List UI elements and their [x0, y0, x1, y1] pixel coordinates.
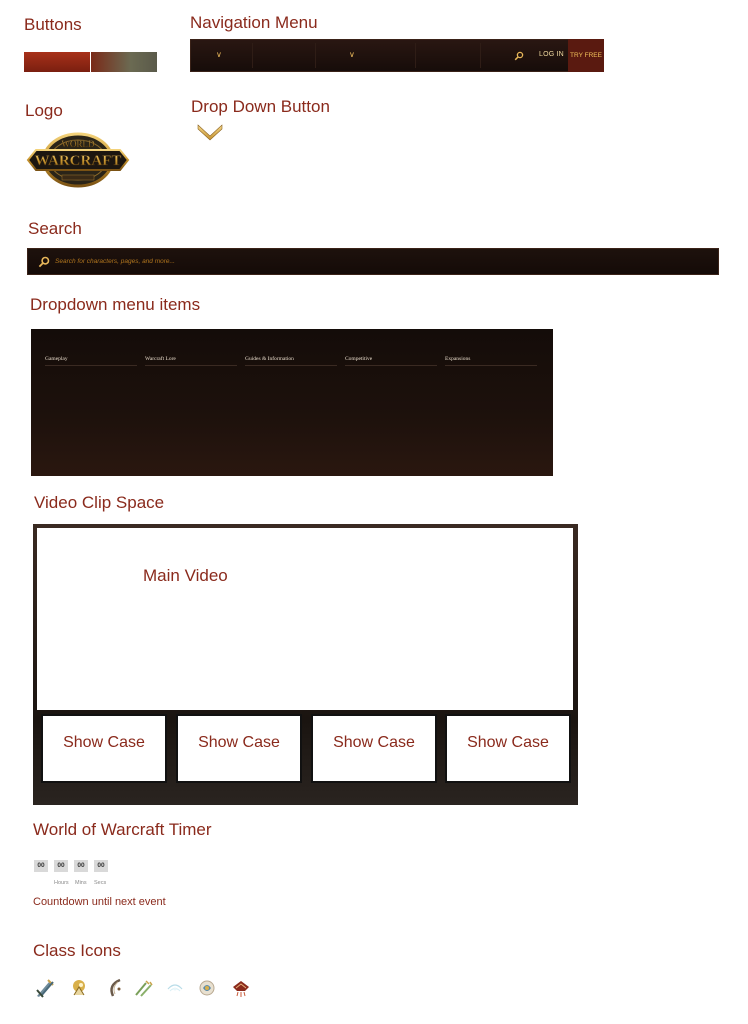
- nav-divider: [315, 43, 316, 68]
- heading-dropdown-menu-items: Dropdown menu items: [30, 295, 201, 314]
- showcase-label: Show Case: [333, 734, 415, 751]
- heading-timer: World of Warcraft Timer: [33, 820, 212, 839]
- showcase-label: Show Case: [63, 734, 145, 751]
- chevron-down-icon[interactable]: [197, 123, 223, 146]
- main-video[interactable]: Main Video: [37, 528, 573, 710]
- showcase-card[interactable]: Show Case: [447, 716, 569, 781]
- timer-label-mins: Mins: [75, 880, 87, 886]
- logo-text-warcraft: WARCRAFT: [35, 153, 122, 169]
- world-of-warcraft-logo[interactable]: WORLD WARCRAFT: [26, 130, 130, 188]
- timer-label-secs: Secs: [94, 880, 107, 886]
- search-input[interactable]: [55, 253, 695, 270]
- main-video-label: Main Video: [143, 566, 228, 585]
- rogue-icon[interactable]: [132, 977, 154, 999]
- dropdown-menu-item-competitive[interactable]: Competitive: [345, 356, 437, 366]
- chevron-down-icon[interactable]: ∨: [349, 50, 355, 59]
- heading-class-icons: Class Icons: [33, 941, 121, 960]
- timer-hours: 00: [54, 860, 68, 872]
- heading-logo: Logo: [25, 101, 63, 120]
- heading-search: Search: [28, 219, 82, 238]
- dropdown-menu-panel: Gameplay Warcraft Lore Guides & Informat…: [31, 329, 553, 476]
- warrior-icon[interactable]: [34, 977, 56, 999]
- dropdown-menu-item-expansions[interactable]: Expansions: [445, 356, 537, 366]
- nav-divider: [480, 43, 481, 68]
- showcase-label: Show Case: [198, 734, 280, 751]
- nav-divider: [252, 43, 253, 68]
- dropdown-menu-item-gameplay[interactable]: Gameplay: [45, 356, 137, 366]
- logo-text-world: WORLD: [62, 139, 95, 149]
- dropdown-menu-item-warcraft-lore[interactable]: Warcraft Lore: [145, 356, 237, 366]
- primary-button[interactable]: [24, 52, 90, 72]
- countdown-caption: Countdown until next event: [33, 896, 166, 908]
- paladin-icon[interactable]: [68, 977, 90, 999]
- try-free-button[interactable]: TRY FREE: [568, 39, 604, 72]
- dropdown-menu-item-guides[interactable]: Guides & Information: [245, 356, 337, 366]
- showcase-card[interactable]: Show Case: [313, 716, 435, 781]
- heading-navigation-menu: Navigation Menu: [190, 13, 318, 32]
- showcase-card[interactable]: Show Case: [178, 716, 300, 781]
- nav-divider: [415, 43, 416, 68]
- heading-video-clip-space: Video Clip Space: [34, 493, 165, 512]
- timer-days: 00: [34, 860, 48, 872]
- heading-drop-down-button: Drop Down Button: [191, 97, 330, 116]
- shaman-icon[interactable]: [196, 977, 218, 999]
- search-bar: [27, 248, 719, 275]
- timer-secs: 00: [94, 860, 108, 872]
- timer-mins: 00: [74, 860, 88, 872]
- timer-label-hours: Hours: [54, 880, 69, 886]
- mage-icon[interactable]: [230, 977, 252, 999]
- video-clip-space: Main Video Show Case Show Case Show Case…: [33, 524, 578, 805]
- hunter-icon[interactable]: [104, 977, 126, 999]
- secondary-button[interactable]: [91, 52, 157, 72]
- showcase-label: Show Case: [467, 734, 549, 751]
- search-icon[interactable]: [514, 48, 524, 66]
- chevron-down-icon[interactable]: ∨: [216, 50, 222, 59]
- login-link[interactable]: LOG IN: [539, 51, 564, 58]
- showcase-card[interactable]: Show Case: [43, 716, 165, 781]
- navigation-bar: ∨ ∨ LOG IN TRY FREE: [190, 39, 604, 72]
- priest-icon[interactable]: [164, 977, 186, 999]
- search-icon: [38, 255, 50, 273]
- heading-buttons: Buttons: [24, 15, 82, 34]
